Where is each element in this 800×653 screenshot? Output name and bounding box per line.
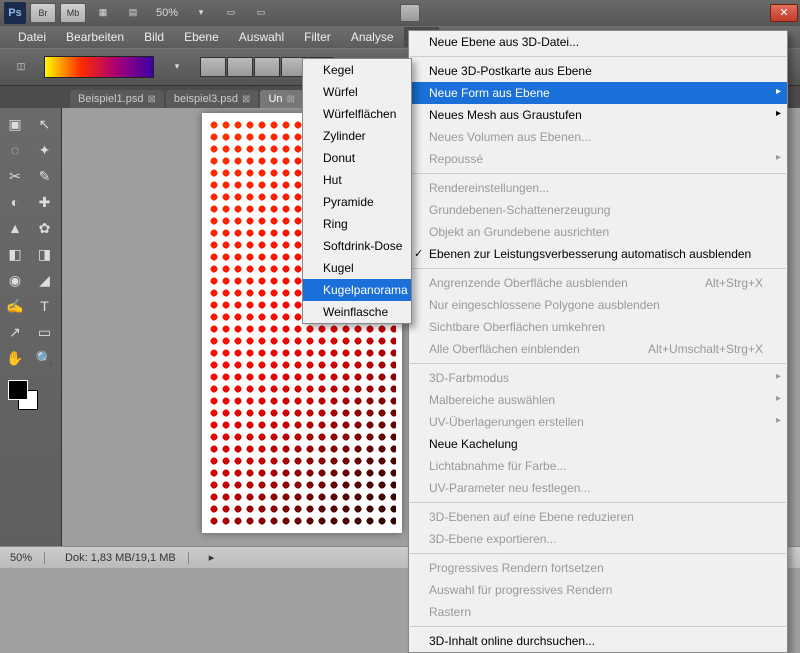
menu-item: Lichtabnahme für Farbe... (409, 455, 787, 477)
submenu-item[interactable]: Kugel (303, 257, 411, 279)
tool-button[interactable]: ◉ (2, 268, 28, 292)
toolbox: ▣↖◌✦✂✎◐✚▲✿◧◨◉◢✍T↗▭✋🔍 (0, 108, 62, 546)
linear-gradient-button[interactable] (200, 57, 226, 77)
tool-button[interactable]: ✚ (32, 190, 58, 214)
status-doc-size[interactable]: Dok: 1,83 MB/19,1 MB (65, 552, 189, 564)
tool-button[interactable]: ✦ (32, 138, 58, 162)
minibridge-button[interactable]: Mb (60, 3, 86, 23)
gradient-tool-icon: ◫ (8, 57, 34, 77)
tool-button[interactable]: ✍ (2, 294, 28, 318)
bridge-button[interactable]: Br (30, 3, 56, 23)
menu-item: Neues Volumen aus Ebenen... (409, 126, 787, 148)
menu-item[interactable]: Neue Kachelung (409, 433, 787, 455)
submenu-item[interactable]: Weinflasche (303, 301, 411, 323)
tool-button[interactable]: ◐ (2, 190, 28, 214)
menu-item: Nur eingeschlossene Polygone ausblenden (409, 294, 787, 316)
tool-button[interactable]: ✿ (32, 216, 58, 240)
arrange-icon[interactable]: ▭ (218, 3, 244, 23)
status-arrow-icon[interactable]: ▸ (209, 551, 215, 564)
menu-item: Angrenzende Oberfläche ausblendenAlt+Str… (409, 272, 787, 294)
submenu-item[interactable]: Würfelflächen (303, 103, 411, 125)
menu-bild[interactable]: Bild (134, 27, 174, 47)
menu-item: 3D-Ebene exportieren... (409, 528, 787, 550)
submenu-item[interactable]: Ring (303, 213, 411, 235)
submenu-item[interactable]: Zylinder (303, 125, 411, 147)
submenu-item[interactable]: Kegel (303, 59, 411, 81)
menu-item: 3D-Farbmodus (409, 367, 787, 389)
menu-item[interactable]: Neue 3D-Postkarte aus Ebene (409, 60, 787, 82)
submenu-shape: KegelWürfelWürfelflächenZylinderDonutHut… (302, 58, 412, 324)
tool-button[interactable]: ✎ (32, 164, 58, 188)
status-zoom[interactable]: 50% (10, 552, 45, 564)
photoshop-logo: Ps (4, 2, 26, 24)
menu-item: Grundebenen-Schattenerzeugung (409, 199, 787, 221)
zoom-level[interactable]: 50% (150, 7, 184, 19)
submenu-item[interactable]: Würfel (303, 81, 411, 103)
menu-item: Malbereiche auswählen (409, 389, 787, 411)
menu-item: Objekt an Grundebene ausrichten (409, 221, 787, 243)
menu-item[interactable]: Neue Form aus Ebene (409, 82, 787, 104)
menu-analyse[interactable]: Analyse (341, 27, 404, 47)
tool-button[interactable]: T (32, 294, 58, 318)
screen-mode-icon[interactable]: ▭ (248, 3, 274, 23)
document-tab[interactable]: beispiel3.psd⊠ (166, 90, 259, 108)
close-icon[interactable]: ✕ (770, 4, 798, 22)
gradient-preview[interactable] (44, 56, 154, 78)
menu-auswahl[interactable]: Auswahl (229, 27, 294, 47)
tool-button[interactable]: ▭ (32, 320, 58, 344)
menu-item: Alle Oberflächen einblendenAlt+Umschalt+… (409, 338, 787, 360)
header-button[interactable] (400, 4, 420, 22)
menu-item: Repoussé (409, 148, 787, 170)
menu-item: Progressives Rendern fortsetzen (409, 557, 787, 579)
tool-button[interactable]: ◌ (2, 138, 28, 162)
view-extras-icon[interactable]: ▦ (90, 3, 116, 23)
tool-button[interactable]: ◧ (2, 242, 28, 266)
menu-item[interactable]: Ebenen zur Leistungsverbesserung automat… (409, 243, 787, 265)
tool-button[interactable]: ◨ (32, 242, 58, 266)
menu-datei[interactable]: Datei (8, 27, 56, 47)
tool-button[interactable]: ✂ (2, 164, 28, 188)
menu-item[interactable]: 3D-Inhalt online durchsuchen... (409, 630, 787, 652)
submenu-item[interactable]: Donut (303, 147, 411, 169)
menu-filter[interactable]: Filter (294, 27, 341, 47)
tool-button[interactable]: ↖ (32, 112, 58, 136)
tool-button[interactable]: ↗ (2, 320, 28, 344)
tool-button[interactable]: ◢ (32, 268, 58, 292)
document-tab[interactable]: Un⊠ (260, 90, 302, 108)
submenu-item[interactable]: Kugelpanorama (303, 279, 411, 301)
tab-close-icon[interactable]: ⊠ (147, 94, 155, 105)
menu-item: Rendereinstellungen... (409, 177, 787, 199)
angle-gradient-button[interactable] (254, 57, 280, 77)
menu-3d: Neue Ebene aus 3D-Datei... Neue 3D-Postka… (408, 30, 788, 653)
gradient-picker-dropdown[interactable]: ▾ (164, 57, 190, 77)
menu-item: Rastern (409, 601, 787, 623)
menu-item[interactable]: Neue Ebene aus 3D-Datei... (409, 31, 787, 53)
tool-button[interactable]: ▲ (2, 216, 28, 240)
menu-item[interactable]: Neues Mesh aus Graustufen (409, 104, 787, 126)
tab-close-icon[interactable]: ⊠ (287, 94, 295, 105)
zoom-dropdown-icon[interactable]: ▾ (188, 3, 214, 23)
menu-ebene[interactable]: Ebene (174, 27, 229, 47)
view-rulers-icon[interactable]: ▤ (120, 3, 146, 23)
submenu-item[interactable]: Pyramide (303, 191, 411, 213)
document-tab[interactable]: Beispiel1.psd⊠ (70, 90, 164, 108)
tool-button[interactable]: ✋ (2, 346, 28, 370)
menu-item: Auswahl für progressives Rendern (409, 579, 787, 601)
foreground-color[interactable] (8, 380, 28, 400)
tool-button[interactable]: 🔍 (32, 346, 58, 370)
submenu-item[interactable]: Softdrink-Dose (303, 235, 411, 257)
menu-item: UV-Überlagerungen erstellen (409, 411, 787, 433)
color-swatches[interactable] (2, 378, 59, 414)
tab-close-icon[interactable]: ⊠ (242, 94, 250, 105)
menu-item: 3D-Ebenen auf eine Ebene reduzieren (409, 506, 787, 528)
menu-item: Sichtbare Oberflächen umkehren (409, 316, 787, 338)
submenu-item[interactable]: Hut (303, 169, 411, 191)
menu-item: UV-Parameter neu festlegen... (409, 477, 787, 499)
tool-button[interactable]: ▣ (2, 112, 28, 136)
radial-gradient-button[interactable] (227, 57, 253, 77)
menu-bearbeiten[interactable]: Bearbeiten (56, 27, 134, 47)
